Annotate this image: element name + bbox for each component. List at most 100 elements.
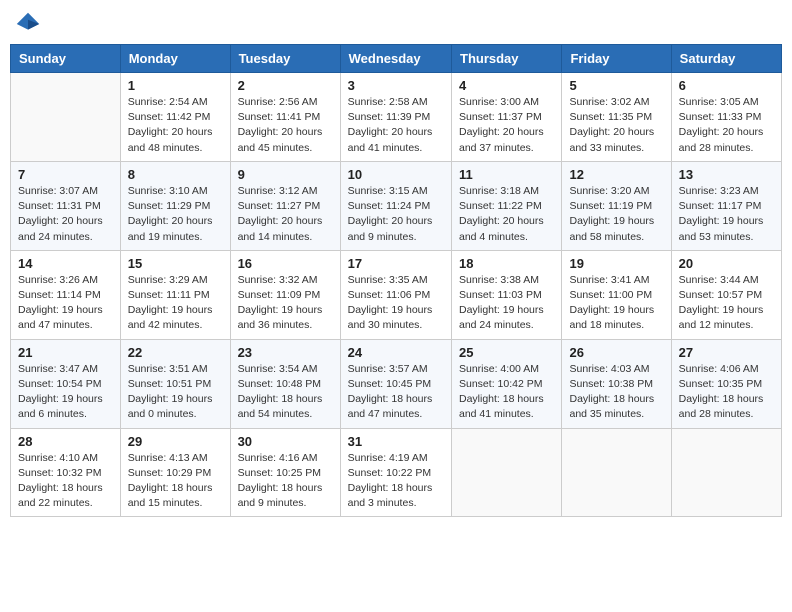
day-number: 15 [128, 256, 223, 271]
day-number: 23 [238, 345, 333, 360]
day-info: Sunrise: 4:00 AM Sunset: 10:42 PM Daylig… [459, 362, 554, 423]
day-number: 27 [679, 345, 774, 360]
logo-icon [14, 10, 42, 38]
day-info: Sunrise: 2:58 AM Sunset: 11:39 PM Daylig… [348, 95, 444, 156]
calendar-cell: 4Sunrise: 3:00 AM Sunset: 11:37 PM Dayli… [452, 73, 562, 162]
calendar-cell [671, 428, 781, 517]
weekday-header-cell: Monday [120, 45, 230, 73]
day-number: 20 [679, 256, 774, 271]
calendar-cell: 3 Sunrise: 2:58 AM Sunset: 11:39 PM Dayli… [340, 73, 451, 162]
calendar-week-row: 28 Sunrise: 4:10 AM Sunset: 10:32 PM Dayl… [11, 428, 782, 517]
calendar-cell: 18 Sunrise: 3:38 AM Sunset: 11:03 PM Dayl… [452, 250, 562, 339]
day-info: Sunrise: 3:44 AM Sunset: 10:57 PM Daylig… [679, 273, 774, 334]
calendar-cell [562, 428, 671, 517]
day-info: Sunrise: 3:07 AM Sunset: 11:31 PM Daylig… [18, 184, 113, 245]
page-header [10, 10, 782, 38]
day-info: Sunrise: 3:29 AM Sunset: 11:11 PM Daylig… [128, 273, 223, 334]
calendar-cell: 5 Sunrise: 3:02 AM Sunset: 11:35 PM Dayli… [562, 73, 671, 162]
day-info: Sunrise: 3:51 AM Sunset: 10:51 PM Daylig… [128, 362, 223, 423]
day-info: Sunrise: 4:19 AM Sunset: 10:22 PM Daylig… [348, 451, 444, 512]
calendar-week-row: 21Sunrise: 3:47 AM Sunset: 10:54 PM Dayl… [11, 339, 782, 428]
day-number: 16 [238, 256, 333, 271]
day-number: 18 [459, 256, 554, 271]
day-number: 8 [128, 167, 223, 182]
calendar-week-row: 7 Sunrise: 3:07 AM Sunset: 11:31 PM Dayli… [11, 161, 782, 250]
weekday-header-row: SundayMondayTuesdayWednesdayThursdayFrid… [11, 45, 782, 73]
day-number: 28 [18, 434, 113, 449]
day-number: 9 [238, 167, 333, 182]
calendar-cell: 20 Sunrise: 3:44 AM Sunset: 10:57 PM Dayl… [671, 250, 781, 339]
calendar-cell: 11 Sunrise: 3:18 AM Sunset: 11:22 PM Dayl… [452, 161, 562, 250]
day-info: Sunrise: 3:26 AM Sunset: 11:14 PM Daylig… [18, 273, 113, 334]
day-number: 12 [569, 167, 663, 182]
day-info: Sunrise: 3:57 AM Sunset: 10:45 PM Daylig… [348, 362, 444, 423]
day-info: Sunrise: 3:10 AM Sunset: 11:29 PM Daylig… [128, 184, 223, 245]
calendar-week-row: 1 Sunrise: 2:54 AM Sunset: 11:42 PM Dayli… [11, 73, 782, 162]
day-number: 19 [569, 256, 663, 271]
calendar-cell: 17 Sunrise: 3:35 AM Sunset: 11:06 PM Dayl… [340, 250, 451, 339]
calendar-cell: 26Sunrise: 4:03 AM Sunset: 10:38 PM Dayl… [562, 339, 671, 428]
day-info: Sunrise: 3:12 AM Sunset: 11:27 PM Daylig… [238, 184, 333, 245]
logo [14, 10, 46, 38]
calendar-cell [452, 428, 562, 517]
day-number: 22 [128, 345, 223, 360]
day-number: 17 [348, 256, 444, 271]
weekday-header-cell: Wednesday [340, 45, 451, 73]
day-info: Sunrise: 3:20 AM Sunset: 11:19 PM Daylig… [569, 184, 663, 245]
day-info: Sunrise: 3:38 AM Sunset: 11:03 PM Daylig… [459, 273, 554, 334]
calendar-cell: 12 Sunrise: 3:20 AM Sunset: 11:19 PM Dayl… [562, 161, 671, 250]
calendar-cell: 28 Sunrise: 4:10 AM Sunset: 10:32 PM Dayl… [11, 428, 121, 517]
weekday-header-cell: Tuesday [230, 45, 340, 73]
day-info: Sunrise: 3:18 AM Sunset: 11:22 PM Daylig… [459, 184, 554, 245]
day-info: Sunrise: 3:54 AM Sunset: 10:48 PM Daylig… [238, 362, 333, 423]
day-info: Sunrise: 4:03 AM Sunset: 10:38 PM Daylig… [569, 362, 663, 423]
day-number: 2 [238, 78, 333, 93]
day-info: Sunrise: 4:16 AM Sunset: 10:25 PM Daylig… [238, 451, 333, 512]
calendar-cell: 1 Sunrise: 2:54 AM Sunset: 11:42 PM Dayli… [120, 73, 230, 162]
day-info: Sunrise: 3:02 AM Sunset: 11:35 PM Daylig… [569, 95, 663, 156]
day-number: 11 [459, 167, 554, 182]
day-number: 5 [569, 78, 663, 93]
calendar-cell: 2 Sunrise: 2:56 AM Sunset: 11:41 PM Dayli… [230, 73, 340, 162]
day-info: Sunrise: 2:56 AM Sunset: 11:41 PM Daylig… [238, 95, 333, 156]
day-number: 1 [128, 78, 223, 93]
weekday-header-cell: Thursday [452, 45, 562, 73]
calendar-cell [11, 73, 121, 162]
calendar-cell: 8 Sunrise: 3:10 AM Sunset: 11:29 PM Dayli… [120, 161, 230, 250]
calendar-cell: 13 Sunrise: 3:23 AM Sunset: 11:17 PM Dayl… [671, 161, 781, 250]
weekday-header-cell: Friday [562, 45, 671, 73]
day-info: Sunrise: 3:05 AM Sunset: 11:33 PM Daylig… [679, 95, 774, 156]
day-number: 25 [459, 345, 554, 360]
calendar-cell: 29Sunrise: 4:13 AM Sunset: 10:29 PM Dayl… [120, 428, 230, 517]
day-number: 10 [348, 167, 444, 182]
calendar-cell: 10 Sunrise: 3:15 AM Sunset: 11:24 PM Dayl… [340, 161, 451, 250]
calendar-cell: 6 Sunrise: 3:05 AM Sunset: 11:33 PM Dayli… [671, 73, 781, 162]
calendar-cell: 7 Sunrise: 3:07 AM Sunset: 11:31 PM Dayli… [11, 161, 121, 250]
calendar-cell: 15 Sunrise: 3:29 AM Sunset: 11:11 PM Dayl… [120, 250, 230, 339]
day-number: 7 [18, 167, 113, 182]
day-info: Sunrise: 3:00 AM Sunset: 11:37 PM Daylig… [459, 95, 554, 156]
day-info: Sunrise: 4:13 AM Sunset: 10:29 PM Daylig… [128, 451, 223, 512]
day-info: Sunrise: 2:54 AM Sunset: 11:42 PM Daylig… [128, 95, 223, 156]
day-number: 6 [679, 78, 774, 93]
day-number: 31 [348, 434, 444, 449]
weekday-header-cell: Sunday [11, 45, 121, 73]
calendar-cell: 25 Sunrise: 4:00 AM Sunset: 10:42 PM Dayl… [452, 339, 562, 428]
calendar-cell: 24 Sunrise: 3:57 AM Sunset: 10:45 PM Dayl… [340, 339, 451, 428]
calendar-body: 1 Sunrise: 2:54 AM Sunset: 11:42 PM Dayli… [11, 73, 782, 517]
day-number: 24 [348, 345, 444, 360]
day-info: Sunrise: 3:15 AM Sunset: 11:24 PM Daylig… [348, 184, 444, 245]
day-number: 14 [18, 256, 113, 271]
day-number: 3 [348, 78, 444, 93]
calendar-week-row: 14 Sunrise: 3:26 AM Sunset: 11:14 PM Dayl… [11, 250, 782, 339]
day-number: 13 [679, 167, 774, 182]
day-info: Sunrise: 4:10 AM Sunset: 10:32 PM Daylig… [18, 451, 113, 512]
calendar-cell: 22 Sunrise: 3:51 AM Sunset: 10:51 PM Dayl… [120, 339, 230, 428]
day-info: Sunrise: 3:35 AM Sunset: 11:06 PM Daylig… [348, 273, 444, 334]
calendar-cell: 27Sunrise: 4:06 AM Sunset: 10:35 PM Dayl… [671, 339, 781, 428]
day-info: Sunrise: 3:32 AM Sunset: 11:09 PM Daylig… [238, 273, 333, 334]
day-info: Sunrise: 3:23 AM Sunset: 11:17 PM Daylig… [679, 184, 774, 245]
calendar-cell: 31 Sunrise: 4:19 AM Sunset: 10:22 PM Dayl… [340, 428, 451, 517]
day-number: 21 [18, 345, 113, 360]
calendar-cell: 14 Sunrise: 3:26 AM Sunset: 11:14 PM Dayl… [11, 250, 121, 339]
